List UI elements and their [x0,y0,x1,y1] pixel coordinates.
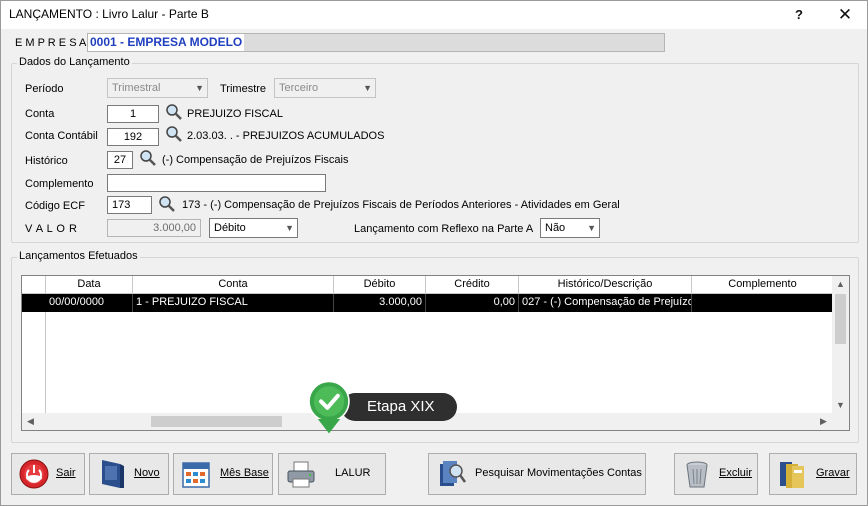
reflexo-value: Não [545,222,566,234]
conta-desc: PREJUIZO FISCAL [187,108,283,120]
cell-data: 00/00/0000 [46,294,133,312]
historico-label: Histórico [25,155,68,167]
row-indicator-column [22,312,46,414]
conta-label: Conta [25,108,55,120]
trimestre-label: Trimestre [220,83,267,95]
dados-lancamento-title: Dados do Lançamento [17,56,132,68]
help-button[interactable]: ? [777,1,821,29]
chevron-down-icon: ▼ [587,223,596,233]
scroll-corner [832,413,849,430]
etapa-text: Etapa XIX [367,398,435,415]
cell-debito: 3.000,00 [334,294,426,312]
gravar-button[interactable]: Gravar [769,453,857,495]
complemento-input[interactable] [107,174,326,192]
conta-input[interactable]: 1 [107,105,159,123]
lalur-label: LALUR [335,467,371,479]
conta-contabil-label: Conta Contábil [25,130,98,142]
trash-icon [686,461,708,488]
grid-corner [22,276,46,294]
lancamentos-title: Lançamentos Efetuados [17,250,140,262]
horizontal-scroll-thumb[interactable] [151,416,282,427]
col-historico[interactable]: Histórico/Descrição [519,276,692,294]
valor-label: V A L O R [25,223,78,235]
col-complemento[interactable]: Complemento [692,276,834,294]
codigo-ecf-input[interactable]: 173 [107,196,152,214]
novo-button[interactable]: Novo [89,453,169,495]
periodo-value: Trimestral [112,82,161,94]
vertical-scrollbar[interactable]: ▲ ▼ [832,276,849,414]
cell-complemento [692,294,832,312]
search-icon[interactable] [139,149,157,167]
conta-contabil-desc: 2.03.03. . - PREJUIZOS ACUMULADOS [187,130,385,142]
empresa-field: 0001 - EMPRESA MODELO [87,33,665,52]
tipo-value: Débito [214,222,246,234]
search-icon[interactable] [158,195,176,213]
grid-header: Data Conta Débito Crédito Histórico/Desc… [22,276,849,294]
col-conta[interactable]: Conta [133,276,334,294]
scroll-left-icon[interactable]: ◀ [22,413,39,430]
excluir-label: Excluir [719,467,753,479]
search-icon[interactable] [165,125,183,143]
search-records-icon [440,461,467,486]
historico-input[interactable]: 27 [107,151,133,169]
title-bar: LANÇAMENTO : Livro Lalur - Parte B ? ✕ [1,1,867,29]
sair-label: Sair [56,467,76,479]
valor-input[interactable]: 3.000,00 [107,219,201,237]
scroll-down-icon[interactable]: ▼ [832,397,849,414]
close-button[interactable]: ✕ [823,1,867,29]
novo-label: Novo [134,467,160,479]
main-window: LANÇAMENTO : Livro Lalur - Parte B ? ✕ E… [0,0,868,506]
empresa-value: 0001 - EMPRESA MODELO [88,34,245,51]
window-title: LANÇAMENTO : Livro Lalur - Parte B [9,7,209,21]
complemento-label: Complemento [25,178,94,190]
col-data[interactable]: Data [46,276,133,294]
gravar-label: Gravar [816,467,850,479]
scroll-up-icon[interactable]: ▲ [832,276,849,293]
table-row[interactable]: 00/00/0000 1 - PREJUIZO FISCAL 3.000,00 … [22,294,832,312]
check-marker-icon [308,380,350,434]
calendar-icon [182,462,210,488]
etapa-tooltip: Etapa XIX [341,393,457,421]
save-files-icon [780,462,804,488]
excluir-button[interactable]: Excluir [674,453,758,495]
pesquisar-button[interactable]: Pesquisar Movimentações Contas [428,453,646,495]
historico-desc: (-) Compensação de Prejuízos Fiscais [162,154,349,166]
trimestre-select[interactable]: Terceiro ▼ [274,78,376,98]
scroll-right-icon[interactable]: ▶ [815,413,832,430]
conta-contabil-input[interactable]: 192 [107,128,159,146]
chevron-down-icon: ▼ [285,223,294,233]
vertical-scroll-thumb[interactable] [835,294,846,344]
reflexo-label: Lançamento com Reflexo na Parte A [354,223,534,235]
codigo-ecf-label: Código ECF [25,200,85,212]
chevron-down-icon: ▼ [195,83,204,93]
cell-credito: 0,00 [426,294,519,312]
reflexo-select[interactable]: Não ▼ [540,218,600,238]
mes-base-button[interactable]: Mês Base [173,453,273,495]
pesquisar-label: Pesquisar Movimentações Contas [475,467,642,479]
col-credito[interactable]: Crédito [426,276,519,294]
printer-icon [287,461,315,488]
cell-historico: 027 - (-) Compensação de Prejuízos [519,294,692,312]
new-document-icon [102,460,124,488]
trimestre-value: Terceiro [279,82,319,94]
tipo-select[interactable]: Débito ▼ [209,218,298,238]
codigo-ecf-desc: 173 - (-) Compensação de Prejuízos Fisca… [182,199,620,211]
mes-base-label: Mês Base [220,467,269,479]
sair-button[interactable]: Sair [11,453,85,495]
search-icon[interactable] [165,103,183,121]
periodo-label: Período [25,83,64,95]
periodo-select[interactable]: Trimestral ▼ [107,78,208,98]
chevron-down-icon: ▼ [363,83,372,93]
lalur-button[interactable]: LALUR [278,453,386,495]
cell-conta: 1 - PREJUIZO FISCAL [133,294,334,312]
col-debito[interactable]: Débito [334,276,426,294]
power-icon [19,459,49,489]
empresa-label: E M P R E S A [15,37,87,49]
